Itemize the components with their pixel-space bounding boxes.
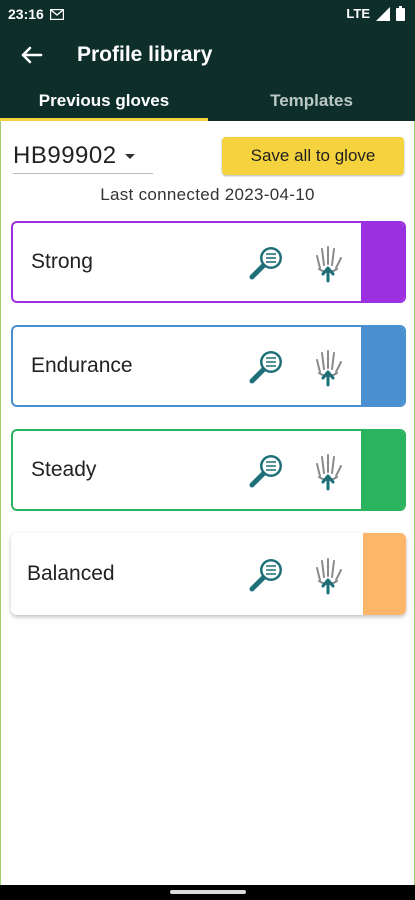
inspect-profile-icon[interactable] bbox=[247, 347, 287, 387]
network-type: LTE bbox=[346, 6, 370, 21]
device-selector[interactable]: HB99902 bbox=[13, 139, 153, 174]
profile-color-swatch bbox=[363, 533, 406, 615]
profile-color-swatch bbox=[361, 223, 404, 301]
status-left: 23:16 bbox=[8, 6, 64, 22]
main-content: HB99902 Save all to glove Last connected… bbox=[0, 121, 415, 885]
device-selector-value: HB99902 bbox=[13, 142, 117, 169]
status-time: 23:16 bbox=[8, 6, 44, 22]
page-title: Profile library bbox=[77, 43, 213, 66]
profile-name: Endurance bbox=[31, 354, 133, 377]
gmail-icon bbox=[49, 8, 64, 20]
inspect-profile-icon[interactable] bbox=[247, 451, 287, 491]
profile-color-swatch bbox=[361, 431, 404, 509]
upload-to-glove-icon[interactable] bbox=[308, 555, 348, 595]
status-right: LTE bbox=[346, 6, 405, 21]
dropdown-caret-icon bbox=[124, 153, 135, 159]
tab-bar: Previous gloves Templates bbox=[0, 80, 415, 121]
profile-card-strong[interactable]: Strong bbox=[11, 221, 406, 303]
last-connected-text: Last connected 2023-04-10 bbox=[100, 185, 315, 204]
profile-name: Strong bbox=[31, 250, 93, 273]
battery-icon bbox=[396, 6, 405, 21]
tab-previous-gloves[interactable]: Previous gloves bbox=[0, 80, 208, 121]
upload-to-glove-icon[interactable] bbox=[308, 243, 348, 283]
back-arrow-icon[interactable] bbox=[16, 40, 46, 70]
profile-card-balanced[interactable]: Balanced bbox=[11, 533, 406, 615]
profile-name: Steady bbox=[31, 458, 97, 481]
system-nav-bar bbox=[0, 885, 415, 900]
status-bar: 23:16 LTE bbox=[0, 0, 415, 28]
profile-name: Balanced bbox=[27, 562, 115, 585]
profile-card-endurance[interactable]: Endurance bbox=[11, 325, 406, 407]
inspect-profile-icon[interactable] bbox=[247, 243, 287, 283]
app-bar: Profile library Previous gloves Template… bbox=[0, 28, 415, 121]
home-gesture-handle[interactable] bbox=[170, 890, 246, 894]
profile-color-swatch bbox=[361, 327, 404, 405]
tab-templates[interactable]: Templates bbox=[208, 80, 415, 121]
inspect-profile-icon[interactable] bbox=[247, 555, 287, 595]
save-all-button[interactable]: Save all to glove bbox=[222, 137, 404, 175]
upload-to-glove-icon[interactable] bbox=[308, 451, 348, 491]
upload-to-glove-icon[interactable] bbox=[308, 347, 348, 387]
profile-card-steady[interactable]: Steady bbox=[11, 429, 406, 511]
signal-icon bbox=[376, 6, 390, 21]
